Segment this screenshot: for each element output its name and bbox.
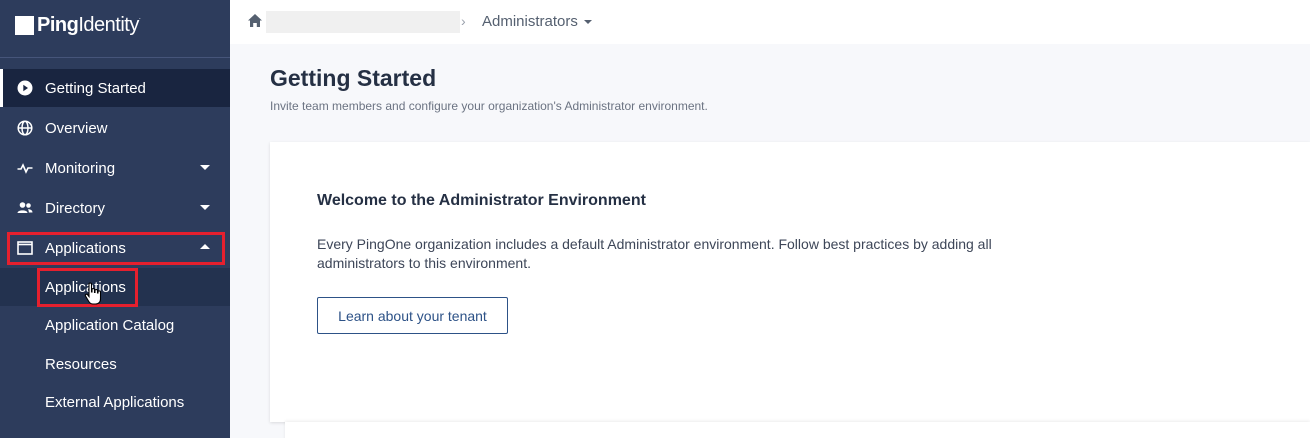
chevron-down-icon [200,205,210,210]
sidebar-subitem-label: Resources [45,355,117,373]
users-icon [17,200,33,216]
secondary-card [285,422,1310,438]
environment-selector[interactable]: Administrators [482,13,592,30]
sidebar-item-applications[interactable]: Applications [0,229,230,267]
sidebar-subitem-applications[interactable]: Applications [0,268,230,306]
card-body: Every PingOne organization includes a de… [317,236,992,271]
sidebar-item-getting-started[interactable]: Getting Started [0,69,230,107]
sidebar-item-monitoring[interactable]: Monitoring [0,149,230,187]
logo-text-light: Identity [78,13,139,36]
pulse-icon [17,160,33,176]
chevron-down-icon [583,19,592,24]
environment-label: Administrators [482,13,578,30]
hand-cursor-icon [84,282,104,311]
sidebar-item-overview[interactable]: Overview [0,109,230,147]
sidebar-subitem-label: Application Catalog [45,316,175,334]
page-subtitle: Invite team members and configure your o… [270,99,708,113]
sidebar-subitem-external-applications[interactable]: External Applications [0,383,230,421]
ping-identity-logo[interactable]: PingIdentity. [15,12,141,38]
page-title: Getting Started [270,65,437,91]
welcome-card: Welcome to the Administrator Environment… [270,142,1310,422]
play-circle-icon [17,80,33,96]
sidebar-subitem-label: External Applications [45,393,185,411]
home-icon[interactable] [247,13,263,33]
globe-icon [17,120,33,136]
card-title: Welcome to the Administrator Environment [317,192,646,209]
logo-text-bold: Ping [37,13,79,36]
sidebar-item-label: Overview [45,119,108,137]
sidebar-item-label: Directory [45,199,106,217]
window-icon [17,240,33,256]
sidebar-subitem-application-catalog[interactable]: Application Catalog [0,306,230,344]
sidebar-item-label: Applications [45,239,126,257]
sidebar-item-label: Getting Started [45,79,146,97]
sidebar-subitem-resources[interactable]: Resources [0,345,230,383]
sidebar-item-directory[interactable]: Directory [0,189,230,227]
breadcrumb-separator: › [461,13,466,29]
chevron-down-icon [200,165,210,170]
sidebar: PingIdentity. Getting Started Overview M… [0,0,230,438]
sidebar-divider [0,57,230,58]
chevron-up-icon [200,244,210,249]
learn-about-tenant-button[interactable]: Learn about your tenant [317,297,508,334]
breadcrumb-organization-redacted[interactable] [266,11,460,33]
top-bar: › Administrators [230,0,1310,44]
logo-mark [15,15,34,35]
sidebar-item-label: Monitoring [45,159,116,177]
